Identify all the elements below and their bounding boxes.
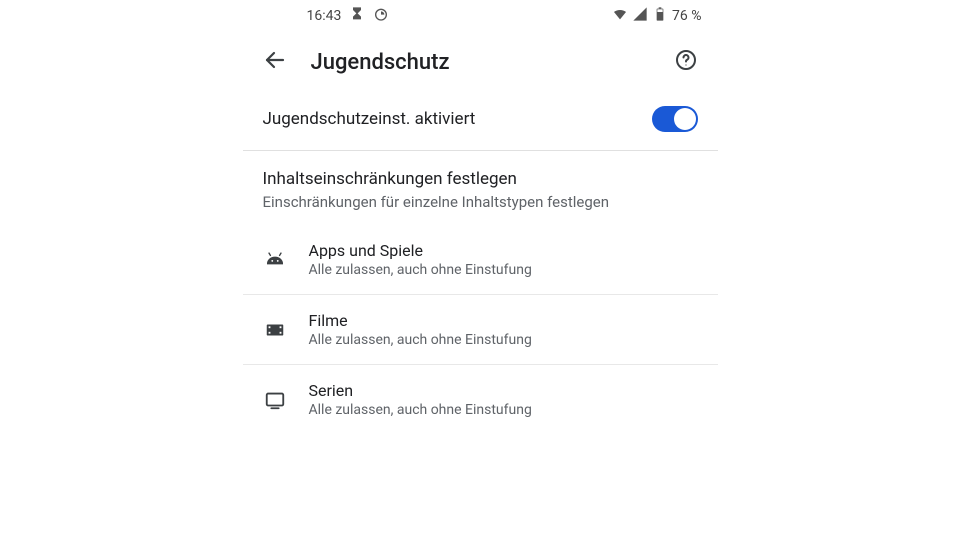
signal-icon bbox=[632, 6, 648, 26]
item-title: Serien bbox=[309, 381, 532, 400]
status-bar: 16:43 76 % bbox=[243, 0, 718, 32]
timer-icon bbox=[373, 6, 389, 26]
item-title: Filme bbox=[309, 311, 532, 330]
status-time: 16:43 bbox=[307, 8, 342, 24]
wifi-icon bbox=[612, 6, 628, 26]
hourglass-icon bbox=[349, 6, 365, 26]
battery-text: 76 % bbox=[672, 8, 701, 24]
parental-toggle-row[interactable]: Jugendschutzeinst. aktiviert bbox=[243, 88, 718, 151]
parental-toggle-switch[interactable] bbox=[652, 106, 698, 132]
battery-icon bbox=[652, 6, 668, 26]
item-apps-games[interactable]: Apps und Spiele Alle zulassen, auch ohne… bbox=[243, 225, 718, 295]
android-icon bbox=[263, 248, 287, 272]
restrictions-section-header: Inhaltseinschränkungen festlegen Einschr… bbox=[243, 151, 718, 225]
page-title: Jugendschutz bbox=[311, 50, 650, 75]
help-icon[interactable] bbox=[674, 48, 698, 76]
item-movies[interactable]: Filme Alle zulassen, auch ohne Einstufun… bbox=[243, 295, 718, 365]
app-bar: Jugendschutz bbox=[243, 32, 718, 88]
item-subtitle: Alle zulassen, auch ohne Einstufung bbox=[309, 262, 532, 278]
parental-toggle-label: Jugendschutzeinst. aktiviert bbox=[263, 109, 652, 129]
item-subtitle: Alle zulassen, auch ohne Einstufung bbox=[309, 332, 532, 348]
film-icon bbox=[263, 318, 287, 342]
item-title: Apps und Spiele bbox=[309, 241, 532, 260]
screen: 16:43 76 % Jugendschutz bbox=[243, 0, 718, 434]
back-icon[interactable] bbox=[263, 48, 287, 76]
item-subtitle: Alle zulassen, auch ohne Einstufung bbox=[309, 402, 532, 418]
restrictions-title: Inhaltseinschränkungen festlegen bbox=[263, 169, 698, 189]
tv-icon bbox=[263, 388, 287, 412]
restrictions-subtitle: Einschränkungen für einzelne Inhaltstype… bbox=[263, 193, 698, 211]
item-series[interactable]: Serien Alle zulassen, auch ohne Einstufu… bbox=[243, 365, 718, 434]
